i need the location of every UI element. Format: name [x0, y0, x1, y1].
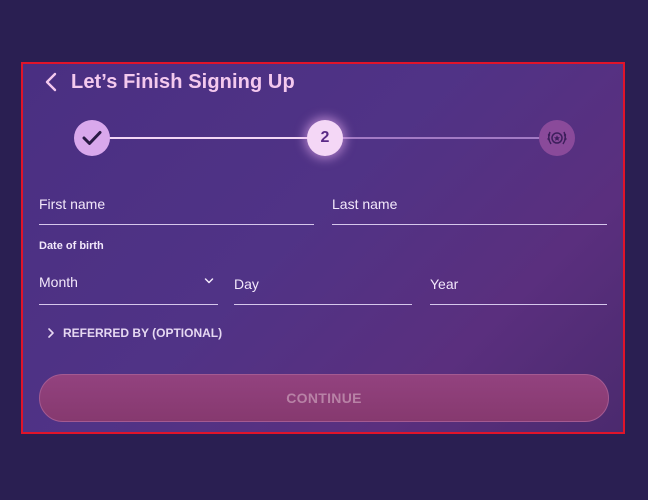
stepper-line-complete — [93, 137, 311, 139]
stepper-line-upcoming — [341, 137, 557, 139]
month-placeholder: Month — [39, 274, 78, 290]
referred-by-toggle[interactable]: REFERRED BY (OPTIONAL) — [47, 326, 222, 340]
page-title: Let’s Finish Signing Up — [71, 70, 295, 93]
step-2-current: 2 — [307, 120, 343, 156]
continue-label: CONTINUE — [286, 390, 362, 406]
day-field[interactable]: Day — [234, 268, 412, 305]
chevron-down-icon — [204, 278, 214, 284]
last-name-field[interactable]: Last name — [332, 188, 607, 225]
header: Let’s Finish Signing Up — [45, 70, 295, 94]
date-of-birth-label: Date of birth — [39, 240, 104, 252]
laurel-star-icon — [547, 131, 567, 145]
step-1-complete — [74, 120, 110, 156]
year-placeholder: Year — [430, 276, 459, 292]
year-field[interactable]: Year — [430, 268, 607, 305]
progress-stepper: 2 — [23, 120, 623, 160]
signup-panel: Let’s Finish Signing Up 2 First name Las… — [21, 62, 625, 434]
step-2-label: 2 — [320, 129, 330, 146]
referred-by-label: REFERRED BY (OPTIONAL) — [63, 326, 223, 340]
continue-button[interactable]: CONTINUE — [39, 374, 609, 422]
chevron-right-icon — [48, 328, 54, 338]
month-select[interactable]: Month — [39, 268, 218, 305]
chevron-left-icon[interactable] — [45, 72, 61, 92]
day-placeholder: Day — [234, 276, 259, 292]
first-name-placeholder: First name — [39, 196, 106, 212]
checkmark-icon — [82, 131, 102, 145]
step-3-upcoming — [539, 120, 575, 156]
first-name-field[interactable]: First name — [39, 188, 314, 225]
last-name-placeholder: Last name — [332, 196, 398, 212]
